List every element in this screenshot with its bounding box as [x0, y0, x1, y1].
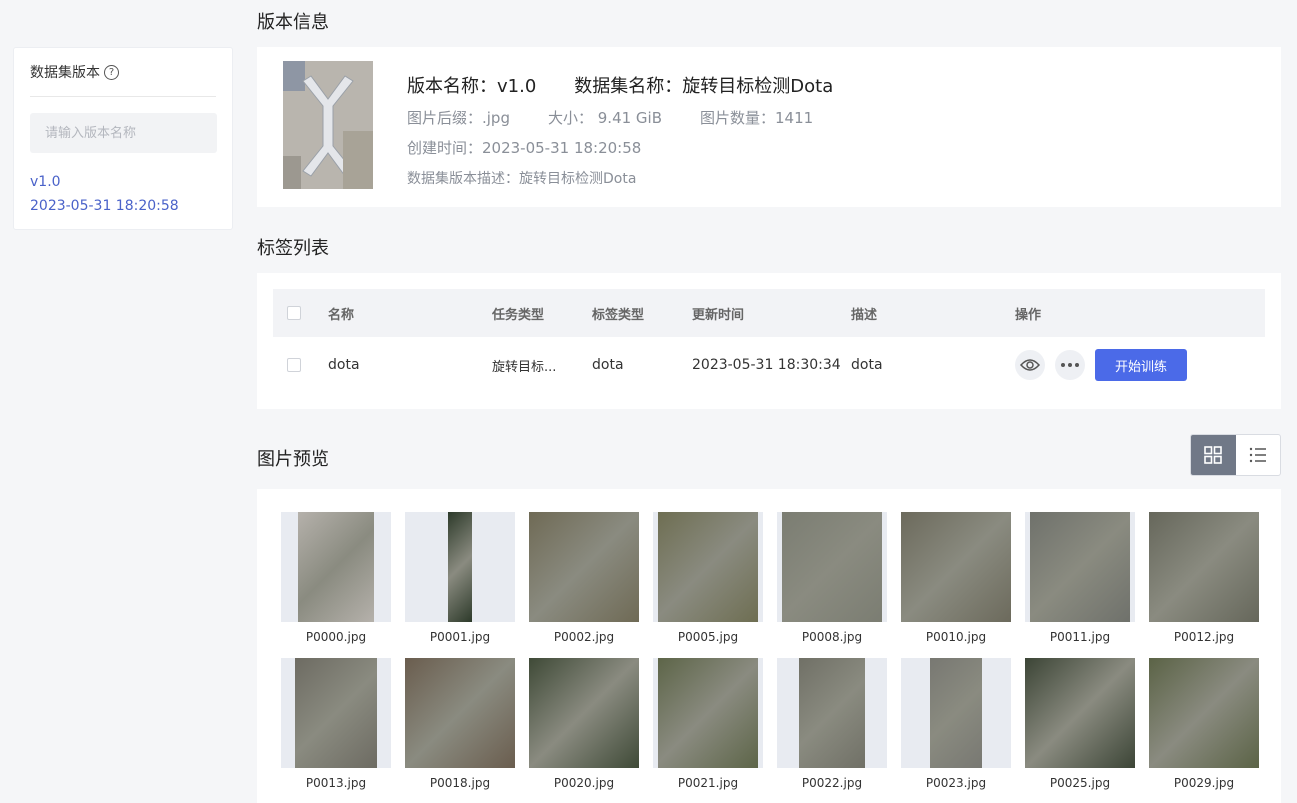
- image-filename: P0020.jpg: [553, 776, 615, 790]
- updated-time: 2023-05-31 18:30:34: [692, 357, 841, 373]
- image-thumbnail[interactable]: [529, 658, 639, 768]
- image-filename: P0012.jpg: [1173, 630, 1235, 644]
- image-filename: P0011.jpg: [1049, 630, 1111, 644]
- label-type: dota: [592, 357, 624, 373]
- image-thumbnail[interactable]: [901, 512, 1011, 622]
- label-description: dota: [851, 357, 883, 373]
- aerial-image: [448, 512, 472, 622]
- image-filename: P0025.jpg: [1049, 776, 1111, 790]
- version-description-text: 数据集版本描述：旋转目标检测Dota: [407, 171, 637, 187]
- aerial-image: [298, 512, 374, 622]
- column-header: 更新时间: [692, 307, 745, 323]
- aerial-image: [799, 658, 865, 768]
- image-filename: P0002.jpg: [553, 630, 615, 644]
- version-info-heading: 版本信息: [257, 12, 329, 33]
- label-name: dota: [328, 357, 360, 373]
- view-mode-toggle: [1190, 434, 1281, 476]
- version-time: 2023-05-31 18:20:58: [30, 198, 179, 214]
- image-thumbnail[interactable]: [901, 658, 1011, 768]
- aerial-image: [529, 512, 639, 622]
- dataset-name-text: 数据集名称：旋转目标检测Dota: [574, 76, 834, 97]
- aerial-image: [295, 658, 377, 768]
- label-list-heading: 标签列表: [257, 238, 329, 259]
- select-all-checkbox[interactable]: [287, 306, 301, 320]
- table-row: dota 旋转目标... dota 2023-05-31 18:30:34 do…: [273, 337, 1265, 393]
- image-filename: P0001.jpg: [429, 630, 491, 644]
- dataset-cover-image: [283, 61, 373, 189]
- image-thumbnail[interactable]: [405, 512, 515, 622]
- list-view-icon[interactable]: [1236, 435, 1281, 475]
- aerial-image: [1149, 658, 1259, 768]
- image-thumbnail[interactable]: [1025, 658, 1135, 768]
- image-filename: P0005.jpg: [677, 630, 739, 644]
- image-thumbnail[interactable]: [1149, 512, 1259, 622]
- image-filename: P0023.jpg: [925, 776, 987, 790]
- image-thumbnail[interactable]: [281, 658, 391, 768]
- image-filename: P0010.jpg: [925, 630, 987, 644]
- version-name-text: 版本名称：v1.0: [407, 76, 537, 97]
- aerial-image: [529, 658, 639, 768]
- image-thumbnail[interactable]: [777, 512, 887, 622]
- sidebar-title-text: 数据集版本: [30, 65, 100, 81]
- column-header: 名称: [328, 307, 355, 323]
- image-thumbnail[interactable]: [653, 658, 763, 768]
- column-header: 任务类型: [492, 307, 545, 323]
- aerial-image: [901, 512, 1011, 622]
- image-thumbnail[interactable]: [1149, 658, 1259, 768]
- more-icon[interactable]: [1055, 350, 1085, 380]
- sidebar-title: 数据集版本 ?: [30, 62, 119, 82]
- image-filename: P0022.jpg: [801, 776, 863, 790]
- image-filename: P0000.jpg: [305, 630, 367, 644]
- image-thumbnail[interactable]: [405, 658, 515, 768]
- version-name: v1.0: [30, 174, 61, 190]
- column-header: 操作: [1015, 307, 1042, 323]
- suffix-text: 图片后缀：.jpg: [407, 109, 510, 127]
- image-filename: P0018.jpg: [429, 776, 491, 790]
- aerial-image: [1030, 512, 1130, 622]
- row-actions: 开始训练: [1015, 337, 1187, 393]
- image-thumbnail[interactable]: [1025, 512, 1135, 622]
- row-checkbox[interactable]: [287, 358, 301, 372]
- divider: [30, 96, 216, 97]
- version-info-card: 版本名称：v1.0 数据集名称：旋转目标检测Dota 图片后缀：.jpg 大小： 9…: [257, 47, 1281, 207]
- image-filename: P0008.jpg: [801, 630, 863, 644]
- image-thumbnail[interactable]: [777, 658, 887, 768]
- version-list-item[interactable]: v1.0 2023-05-31 18:20:58: [30, 170, 179, 218]
- aerial-image: [782, 512, 882, 622]
- aerial-image: [405, 658, 515, 768]
- column-header: 描述: [851, 307, 878, 323]
- aerial-image: [1025, 658, 1135, 768]
- aerial-image: [658, 658, 758, 768]
- image-preview-card: P0000.jpg P0001.jpg P0002.jpg P0005.jpg P000…: [257, 489, 1281, 803]
- task-type: 旋转目标...: [492, 359, 557, 375]
- image-thumbnail[interactable]: [529, 512, 639, 622]
- created-time-text: 创建时间：2023-05-31 18:20:58: [407, 139, 642, 157]
- view-eye-icon[interactable]: [1015, 350, 1045, 380]
- count-text: 图片数量：1411: [700, 109, 814, 127]
- version-sidebar: 数据集版本 ? v1.0 2023-05-31 18:20:58: [13, 47, 233, 230]
- image-preview-heading: 图片预览: [257, 449, 329, 470]
- image-filename: P0029.jpg: [1173, 776, 1235, 790]
- start-training-button[interactable]: 开始训练: [1095, 349, 1187, 381]
- help-icon[interactable]: ?: [104, 64, 119, 80]
- image-filename: P0021.jpg: [677, 776, 739, 790]
- label-list-card: 名称 任务类型 标签类型 更新时间 描述 操作 dota 旋转目标... dot…: [257, 273, 1281, 409]
- size-text: 大小： 9.41 GiB: [547, 109, 663, 127]
- info-meta-line: 图片后缀：.jpg 大小： 9.41 GiB 图片数量：1411: [407, 107, 851, 128]
- aerial-image: [1149, 512, 1259, 622]
- aerial-image: [930, 658, 982, 768]
- image-filename: P0013.jpg: [305, 776, 367, 790]
- table-header: 名称 任务类型 标签类型 更新时间 描述 操作: [273, 289, 1265, 337]
- info-title-line: 版本名称：v1.0 数据集名称：旋转目标检测Dota: [407, 72, 871, 98]
- version-search-input[interactable]: [30, 113, 217, 153]
- aerial-image: [658, 512, 758, 622]
- grid-view-icon[interactable]: [1191, 435, 1236, 475]
- image-thumbnail[interactable]: [653, 512, 763, 622]
- image-thumbnail[interactable]: [281, 512, 391, 622]
- column-header: 标签类型: [592, 307, 645, 323]
